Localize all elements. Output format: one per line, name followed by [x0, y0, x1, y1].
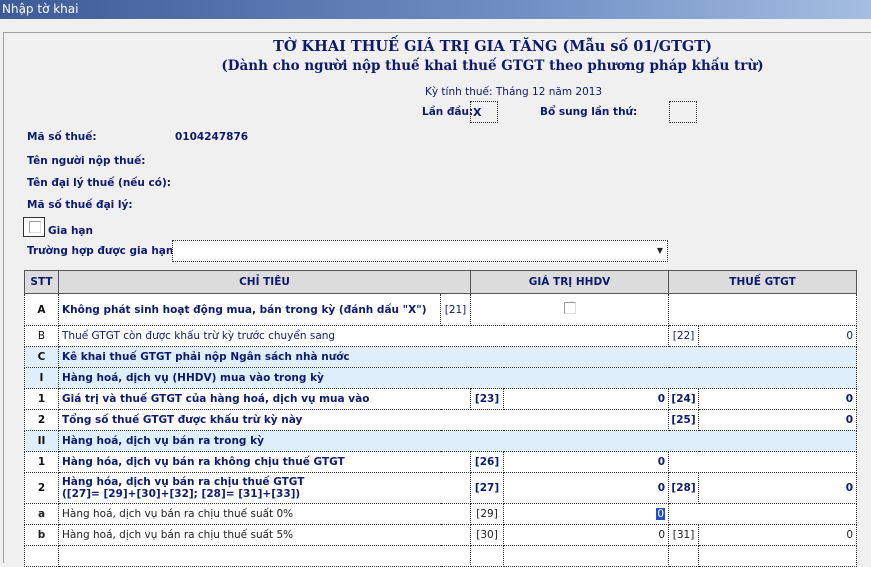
chevron-down-icon[interactable]: ▼ [657, 246, 663, 255]
row-label-text: Giá trị và thuế GTGT của hàng hoá, dịch … [62, 393, 370, 405]
window-title: Nhập tờ khai [0, 0, 871, 19]
goods-value-text: 0 [657, 456, 666, 468]
row-label: Hàng hoá, dịch vụ bán ra chịu thuế suất … [57, 524, 472, 546]
checkbox-icon [29, 221, 41, 233]
row-label: Thuế GTGT còn được khấu trừ kỳ trước chu… [57, 325, 670, 347]
no-activity-checkbox-cell[interactable] [470, 293, 670, 326]
extension-case-select[interactable]: ▼ [172, 240, 668, 262]
row-label: Hàng hoá, dịch vụ bán ra chịu thuế suất … [57, 503, 472, 525]
tax-code-label: Mã số thuế: [27, 131, 97, 143]
extension-checkbox[interactable] [23, 217, 45, 237]
row-label-text: Hàng hóa, dịch vụ bán ra không chịu thuế… [62, 456, 345, 468]
empty-cell [668, 503, 858, 525]
goods-value-text: 0 [657, 393, 666, 405]
tax-agent-code-label: Mã số thuế đại lý: [27, 199, 133, 211]
section-label: Hàng hoá, dịch vụ (HHDV) mua vào trong k… [57, 367, 858, 389]
row-label: Hàng hóa, dịch vụ bán ra không chịu thuế… [57, 451, 472, 473]
tax-period: Kỳ tính thuế: Tháng 12 năm 2013 [425, 86, 603, 98]
goods-value-field[interactable]: 0 [503, 503, 670, 525]
tax-agent-label: Tên đại lý thuế (nếu có): [27, 177, 171, 189]
goods-value-text: 0 [656, 508, 666, 520]
row-label-text: Hàng hoá, dịch vụ bán ra chịu thuế suất … [62, 508, 294, 520]
first-time-label: Lần đầu: [422, 106, 474, 118]
supplement-label: Bổ sung lần thứ: [540, 106, 638, 118]
section-label: Kê khai thuế GTGT phải nộp Ngân sách nhà… [57, 346, 858, 368]
extension-label: Gia hạn [48, 225, 93, 237]
row-label-text: Hàng hoá, dịch vụ bán ra chịu thuế suất … [62, 529, 294, 541]
row-label: Tổng số thuế GTGT được khấu trừ kỳ này [57, 409, 670, 431]
row-label: Giá trị và thuế GTGT của hàng hoá, dịch … [57, 388, 472, 410]
table-row: 2 Hàng hóa, dịch vụ bán ra chịu thuế GTGT… [24, 472, 858, 504]
tax-code-value: 0104247876 [175, 131, 249, 143]
goods-value-field[interactable]: 0 [503, 472, 670, 504]
field-code: [25] [668, 409, 700, 431]
field-code: [30] [470, 524, 505, 546]
field-code: [24] [668, 388, 700, 410]
field-code: [29] [470, 503, 505, 525]
vat-value-field[interactable]: 0 [698, 388, 858, 410]
row-number: A [24, 293, 59, 326]
table-row: I Hàng hoá, dịch vụ (HHDV) mua vào trong … [24, 367, 858, 389]
taxpayer-name-label: Tên người nộp thuế: [27, 155, 146, 167]
field-code: [31] [668, 524, 700, 546]
goods-value-text: 0 [658, 529, 666, 541]
vat-value-field[interactable]: 0 [698, 472, 858, 504]
row-label: Không phát sinh hoạt động mua, bán trong… [58, 293, 441, 326]
row-number: 2 [24, 472, 59, 504]
table-row: 1 Hàng hóa, dịch vụ bán ra không chịu thu… [24, 451, 858, 473]
row-formula: ([27]= [29]+[30]+[32]; [28]= [31]+[33]) [62, 488, 301, 500]
field-code: [23] [470, 388, 505, 410]
first-time-field[interactable]: X [470, 101, 498, 123]
empty-cell [668, 451, 858, 473]
field-code: [21] [439, 293, 472, 326]
vat-value-field[interactable]: 0 [698, 524, 858, 546]
row-label-text: Hàng hóa, dịch vụ bán ra chịu thuế GTGT [62, 476, 305, 488]
extension-case-label: Trường hợp được gia hạn: [27, 245, 178, 257]
form-subtitle: (Dành cho người nộp thuế khai thuế GTGT … [221, 58, 764, 74]
empty-cell [668, 293, 858, 326]
form-title: TỜ KHAI THUẾ GIÁ TRỊ GIA TĂNG (Mẫu số 01… [273, 38, 712, 55]
table-row: 1 Giá trị và thuế GTGT của hàng hoá, dịch… [24, 388, 858, 410]
goods-value-field[interactable]: 0 [503, 524, 670, 546]
header-stt: STT [24, 270, 59, 294]
table-row: B Thuế GTGT còn được khấu trừ kỳ trước ch… [24, 325, 858, 347]
row-number: II [24, 430, 59, 452]
table-row: b Hàng hoá, dịch vụ bán ra chịu thuế suất… [24, 524, 858, 546]
row-number: b [24, 524, 59, 546]
goods-value-field[interactable]: 0 [503, 388, 670, 410]
header-goods-value: GIÁ TRỊ HHDV [470, 270, 670, 294]
row-label: Hàng hóa, dịch vụ bán ra chịu thuế GTGT … [57, 472, 472, 504]
table-row: II Hàng hoá, dịch vụ bán ra trong kỳ [24, 430, 858, 452]
goods-value-text: 0 [657, 482, 666, 494]
section-label: Hàng hoá, dịch vụ bán ra trong kỳ [57, 430, 858, 452]
vat-value-field[interactable]: 0 [698, 325, 858, 347]
field-code: [27] [470, 472, 505, 504]
field-code: [26] [470, 451, 505, 473]
row-number: 1 [24, 388, 59, 410]
goods-value-field[interactable]: 0 [503, 451, 670, 473]
declaration-table: STT CHỈ TIÊU GIÁ TRỊ HHDV THUẾ GTGT A Khô… [24, 270, 858, 567]
field-code: [22] [668, 325, 700, 347]
header-vat: THUẾ GTGT [668, 270, 858, 294]
table-row: 2 Tổng số thuế GTGT được khấu trừ kỳ này[… [24, 409, 858, 431]
table-row: A Không phát sinh hoạt động mua, bán tron… [24, 293, 858, 326]
row-number: 2 [24, 409, 59, 431]
checkbox-icon[interactable] [563, 302, 576, 314]
table-row: C Kê khai thuế GTGT phải nộp Ngân sách nh… [24, 346, 858, 368]
table-row: a Hàng hoá, dịch vụ bán ra chịu thuế suất… [24, 503, 858, 525]
header-indicator: CHỈ TIÊU [57, 270, 472, 294]
row-number: C [24, 346, 59, 368]
vat-value-field[interactable]: 0 [698, 409, 858, 431]
row-number: I [24, 367, 59, 389]
row-number: 1 [24, 451, 59, 473]
row-number: a [24, 503, 59, 525]
supplement-field[interactable] [669, 101, 697, 123]
field-code: [28] [668, 472, 700, 504]
row-number: B [24, 325, 59, 347]
